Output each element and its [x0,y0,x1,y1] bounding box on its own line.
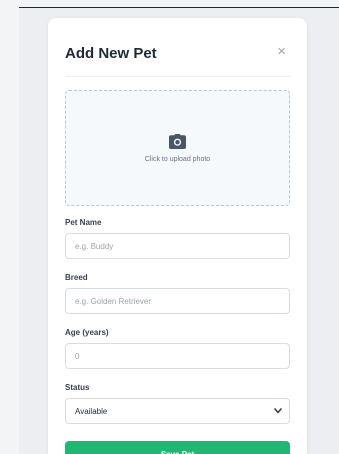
modal-header: Add New Pet × [65,26,290,77]
add-pet-modal: Add New Pet × Click to upload photo Pet … [48,18,307,454]
camera-icon [169,133,186,149]
age-label: Age (years) [65,328,109,337]
status-selected-value: Available [75,406,108,416]
status-label: Status [65,383,90,392]
upload-label: Click to upload photo [144,155,211,163]
pet-name-label: Pet Name [65,218,102,227]
breed-label: Breed [65,273,88,282]
modal-title: Add New Pet [65,44,157,62]
photo-upload-area[interactable]: Click to upload photo [65,90,290,206]
pet-name-input[interactable] [65,233,290,259]
save-pet-button[interactable]: Save Pet [65,441,290,454]
page: Add New Pet × Click to upload photo Pet … [0,0,339,454]
breed-input[interactable] [65,288,290,314]
status-select[interactable]: Available [65,398,290,424]
close-icon[interactable]: × [273,42,290,61]
age-input[interactable] [65,343,290,369]
chevron-down-icon [274,408,282,414]
